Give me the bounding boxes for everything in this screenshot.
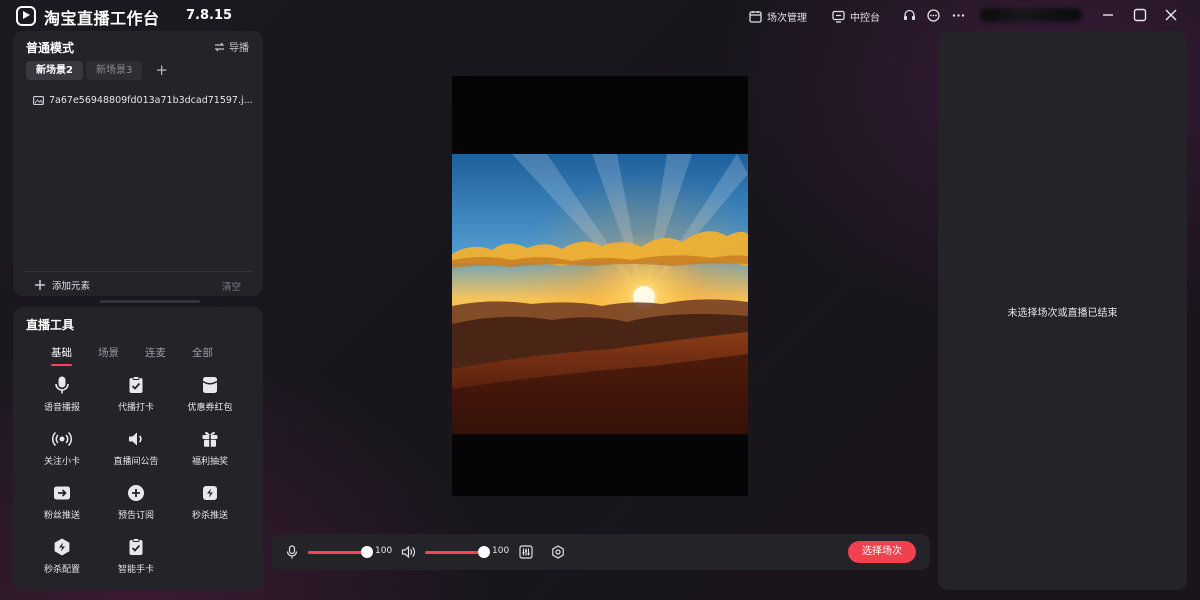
calendar-icon	[749, 10, 762, 23]
microphone-icon[interactable]	[285, 545, 299, 559]
tool-label: 智能手卡	[117, 565, 154, 575]
tool-voice-broadcast[interactable]: 语音播报	[25, 375, 99, 429]
tool-label: 秒杀配置	[43, 565, 80, 575]
tool-smart-card[interactable]: 智能手卡	[99, 537, 173, 591]
add-scene-button[interactable]: +	[155, 61, 168, 80]
tab-scene-2[interactable]: 新场景2	[26, 61, 83, 80]
more-dots-icon[interactable]	[952, 9, 965, 22]
flash-config-icon	[54, 538, 70, 556]
add-element-label: 添加元素	[52, 281, 91, 292]
mode-title: 普通模式	[26, 41, 75, 55]
mic-volume-slider[interactable]	[308, 551, 368, 554]
tool-label: 粉丝推送	[43, 511, 80, 521]
tab-co-host[interactable]: 连麦	[145, 345, 166, 360]
tool-coupon-red-packet[interactable]: 优惠券红包	[173, 375, 247, 429]
close-icon[interactable]	[1163, 7, 1179, 23]
tool-flash-sale-config[interactable]: 秒杀配置	[25, 537, 99, 591]
guide-label: 导播	[229, 43, 249, 54]
session-management-label: 场次管理	[767, 12, 807, 24]
plus-icon	[35, 280, 45, 290]
mic-volume-value: 100	[375, 546, 393, 556]
scene-element-item[interactable]: 7a67e56948809fd013a71b3dcad71597.j...	[33, 95, 253, 106]
speaker-icon[interactable]	[401, 545, 415, 559]
sunset-image	[452, 154, 748, 434]
tool-label: 预告订阅	[117, 511, 154, 521]
control-bar: 100 100 选择场次	[272, 534, 930, 570]
settings-hexagon-icon[interactable]	[551, 545, 565, 559]
chat-bubble-icon[interactable]	[927, 9, 940, 22]
session-info-panel: 未选择场次或直播已结束	[938, 31, 1187, 590]
tools-title: 直播工具	[26, 318, 75, 332]
speaker-icon	[129, 432, 142, 446]
tab-all[interactable]: 全部	[192, 345, 213, 360]
push-arrow-icon	[54, 486, 70, 500]
swap-arrows-icon	[214, 42, 225, 51]
mic-volume-handle[interactable]	[361, 546, 373, 558]
app-logo-icon	[16, 6, 36, 26]
tool-fan-push[interactable]: 粉丝推送	[25, 483, 99, 537]
tool-label: 代播打卡	[117, 403, 154, 413]
session-management-button[interactable]: 场次管理	[749, 8, 807, 24]
tool-room-announcement[interactable]: 直播间公告	[99, 429, 173, 483]
broadcast-icon	[52, 431, 72, 447]
image-icon	[33, 96, 44, 105]
add-element-button[interactable]: 添加元素	[35, 278, 90, 292]
speaker-volume-slider[interactable]	[425, 551, 485, 554]
tool-label: 秒杀推送	[191, 511, 228, 521]
tool-preview-subscribe[interactable]: 预告订阅	[99, 483, 173, 537]
scene-element-name: 7a67e56948809fd013a71b3dcad71597.j...	[49, 95, 253, 106]
coupon-envelope-icon	[202, 377, 218, 393]
subscribe-plus-icon	[128, 485, 144, 501]
clear-button[interactable]: 清空	[222, 279, 241, 293]
flash-sale-icon	[203, 486, 217, 500]
speaker-volume-value: 100	[492, 546, 510, 556]
tool-grid: 语音播报 代播打卡 优惠券红包 关注小卡 直播间公告 福利抽奖 粉丝推送 预告订…	[25, 375, 253, 591]
monitor-icon	[832, 10, 845, 23]
tool-proxy-checkin[interactable]: 代播打卡	[99, 375, 173, 429]
scene-panel: 普通模式 导播 新场景2 新场景3 + 7a67e56948809fd013a7…	[13, 31, 263, 296]
headset-icon[interactable]	[903, 9, 916, 22]
tab-scene-3[interactable]: 新场景3	[85, 61, 143, 80]
tool-label: 直播间公告	[113, 457, 159, 467]
user-account-blurred[interactable]	[980, 8, 1082, 22]
microphone-icon	[55, 376, 69, 394]
tool-tabs: 基础 场景 连麦 全部	[51, 345, 213, 366]
tool-lottery[interactable]: 福利抽奖	[173, 429, 247, 483]
control-center-label: 中控台	[850, 12, 880, 24]
tool-follow-card[interactable]: 关注小卡	[25, 429, 99, 483]
scene-footer: 添加元素 清空	[23, 271, 253, 296]
title-bar: 淘宝直播工作台 7.8.15 场次管理 中控台	[0, 0, 1200, 30]
tool-flash-sale-push[interactable]: 秒杀推送	[173, 483, 247, 537]
tool-label: 福利抽奖	[191, 457, 228, 467]
maximize-icon[interactable]	[1132, 7, 1148, 23]
clipboard-check-icon	[129, 376, 143, 393]
tool-label: 优惠券红包	[187, 403, 233, 413]
tab-scene[interactable]: 场景	[98, 345, 119, 360]
minimize-icon[interactable]	[1100, 7, 1116, 23]
speaker-volume-handle[interactable]	[478, 546, 490, 558]
gift-icon	[202, 431, 218, 447]
preview-image-sunset[interactable]	[452, 154, 748, 434]
tab-basic[interactable]: 基础	[51, 345, 72, 366]
control-center-button[interactable]: 中控台	[832, 8, 880, 24]
smart-card-icon	[129, 538, 143, 555]
tool-label: 关注小卡	[43, 457, 80, 467]
live-tools-panel: 直播工具 基础 场景 连麦 全部 语音播报 代播打卡 优惠券红包 关注小卡 直播…	[13, 307, 263, 590]
guide-button[interactable]: 导播	[214, 39, 249, 54]
panel-resize-handle[interactable]	[100, 300, 200, 303]
empty-state-message: 未选择场次或直播已结束	[1007, 308, 1118, 319]
tool-label: 语音播报	[43, 403, 80, 413]
select-session-button[interactable]: 选择场次	[848, 541, 916, 563]
scene-tabs: 新场景2 新场景3 +	[26, 61, 168, 80]
app-version: 7.8.15	[186, 8, 233, 23]
mixer-icon[interactable]	[519, 545, 533, 559]
app-title: 淘宝直播工作台	[44, 9, 160, 28]
